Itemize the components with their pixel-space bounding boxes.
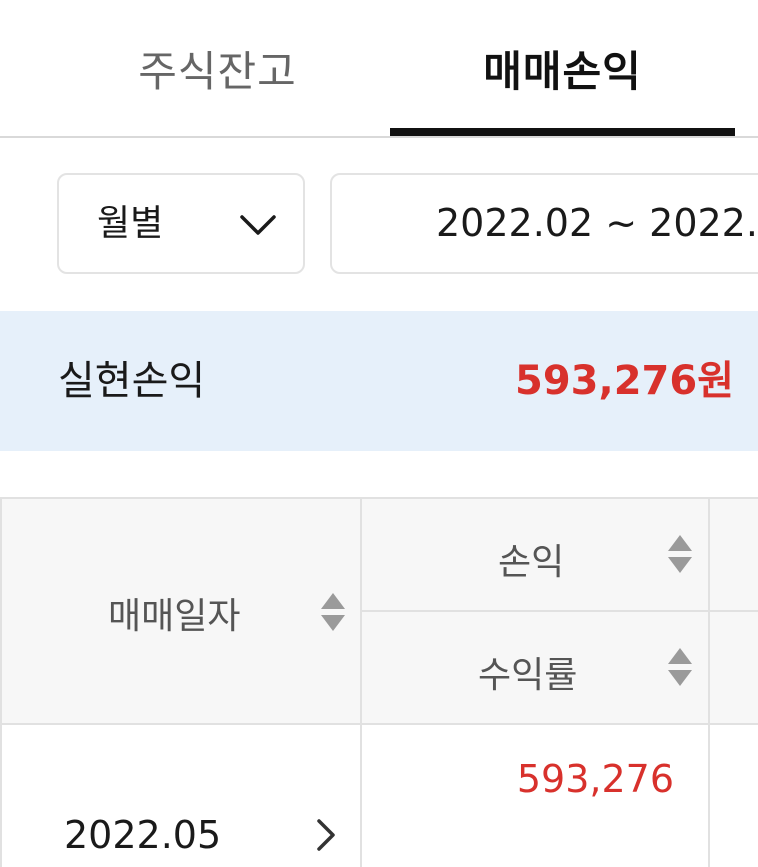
header-profit-loss[interactable]: 손익 — [362, 499, 710, 612]
realized-pl-value: 593,276원 — [515, 358, 734, 404]
row-profit-loss: 593,276 — [516, 757, 674, 801]
chevron-right-icon[interactable] — [314, 817, 338, 853]
sort-icon — [321, 593, 345, 631]
sort-icon — [668, 535, 692, 573]
header-divider — [710, 610, 758, 612]
row-profit-loss-cell: 593,276 — [362, 725, 710, 867]
period-select-value: 월별 — [97, 203, 164, 244]
date-range-field[interactable]: 2022.02 ~ 2022.05 — [330, 173, 758, 274]
trade-pl-screen: 주식잔고 매매손익 월별 2022.02 ~ 2022.05 실현손익 593,… — [0, 0, 758, 867]
header-next-column — [710, 499, 758, 725]
period-select[interactable]: 월별 — [57, 173, 305, 274]
trade-pl-table: 매매일자 손익 수익률 2022.05 593,276 — [0, 497, 758, 867]
table-row[interactable]: 2022.05 — [0, 725, 362, 867]
header-return-rate-label: 수익률 — [478, 655, 578, 696]
tab-bar: 주식잔고 매매손익 — [0, 0, 758, 138]
row-trade-date: 2022.05 — [64, 813, 222, 857]
tab-trade-pl[interactable]: 매매손익 — [390, 0, 735, 136]
header-profit-loss-label: 손익 — [498, 542, 565, 583]
realized-pl-summary: 실현손익 593,276원 — [0, 311, 758, 451]
sort-icon — [668, 648, 692, 686]
chevron-down-icon — [240, 215, 276, 235]
header-trade-date[interactable]: 매매일자 — [0, 499, 362, 725]
date-range-text: 2022.02 ~ 2022.05 — [436, 201, 758, 245]
header-trade-date-label: 매매일자 — [108, 596, 241, 637]
tab-stock-balance[interactable]: 주식잔고 — [45, 0, 390, 136]
header-return-rate[interactable]: 수익률 — [362, 612, 710, 725]
realized-pl-label: 실현손익 — [58, 358, 206, 404]
active-tab-indicator — [390, 128, 735, 136]
